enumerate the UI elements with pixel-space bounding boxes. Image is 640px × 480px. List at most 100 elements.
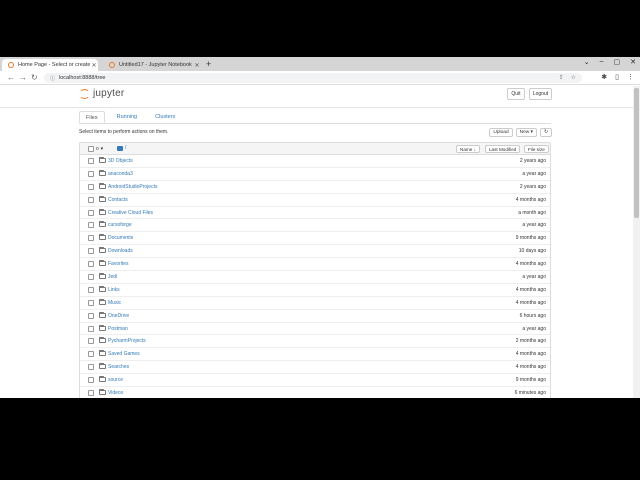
file-name-link[interactable]: anaconda3 bbox=[108, 171, 133, 177]
file-row[interactable]: anaconda3 a year ago bbox=[80, 168, 550, 181]
file-row[interactable]: source 9 months ago bbox=[80, 374, 550, 388]
file-row[interactable]: AndroidStudioProjects 2 years ago bbox=[80, 181, 550, 194]
close-tab-icon[interactable]: ✕ bbox=[90, 62, 98, 69]
sort-by-name-button[interactable]: Name ↓ bbox=[456, 145, 480, 153]
row-checkbox[interactable] bbox=[88, 325, 94, 332]
file-name-link[interactable]: Jedi bbox=[108, 274, 117, 280]
row-checkbox[interactable] bbox=[88, 299, 94, 306]
breadcrumb[interactable]: / bbox=[117, 145, 126, 151]
file-name-link[interactable]: Contacts bbox=[108, 197, 128, 203]
logout-button[interactable]: Logout bbox=[529, 88, 552, 100]
forward-icon[interactable]: → bbox=[19, 72, 27, 84]
file-name-link[interactable]: Creative Cloud Files bbox=[108, 210, 153, 216]
file-modified: 4 months ago bbox=[515, 299, 546, 306]
row-checkbox[interactable] bbox=[88, 222, 94, 229]
file-name-link[interactable]: PycharmProjects bbox=[108, 338, 146, 344]
quit-button[interactable]: Quit bbox=[507, 88, 525, 100]
file-name-link[interactable]: Postman bbox=[108, 326, 128, 332]
file-row[interactable]: Downloads 10 days ago bbox=[80, 245, 550, 259]
file-name-link[interactable]: Favorites bbox=[108, 261, 129, 267]
file-row[interactable]: Links 4 months ago bbox=[80, 284, 550, 297]
side-panel-icon[interactable]: ▯ bbox=[615, 72, 619, 84]
file-row[interactable]: Postman a year ago bbox=[80, 323, 550, 336]
new-dropdown-button[interactable]: New ▾ bbox=[515, 128, 537, 137]
jupyter-logo[interactable]: jupyter bbox=[79, 87, 124, 99]
maximize-icon[interactable]: ▢ bbox=[614, 58, 621, 66]
row-checkbox[interactable] bbox=[88, 274, 94, 281]
minimize-icon[interactable]: – bbox=[600, 58, 604, 66]
tab-clusters[interactable]: Clusters bbox=[149, 111, 181, 123]
row-checkbox[interactable] bbox=[88, 286, 94, 293]
file-modified: a year ago bbox=[522, 222, 546, 229]
file-name-link[interactable]: Documents bbox=[108, 235, 133, 241]
tab-search-icon[interactable]: ⌄ bbox=[584, 58, 590, 66]
browser-tab-home[interactable]: Home Page - Select or create a ✕ bbox=[2, 59, 98, 71]
file-row[interactable]: Music 4 months ago bbox=[80, 297, 550, 310]
file-name-link[interactable]: OneDrive bbox=[108, 313, 129, 319]
upload-button[interactable]: Upload bbox=[489, 128, 513, 137]
close-window-icon[interactable]: ✕ bbox=[630, 58, 636, 66]
file-row[interactable]: PycharmProjects 2 months ago bbox=[80, 335, 550, 349]
select-all-checkbox[interactable] bbox=[88, 146, 94, 152]
breadcrumb-root[interactable]: / bbox=[125, 145, 126, 151]
file-name-link[interactable]: cursoforge bbox=[108, 222, 132, 228]
close-tab-icon[interactable]: ✕ bbox=[193, 62, 201, 69]
chevron-down-icon[interactable]: ▾ bbox=[101, 147, 103, 152]
tab-files[interactable]: Files bbox=[79, 111, 105, 123]
row-checkbox[interactable] bbox=[88, 158, 94, 164]
refresh-button[interactable]: ↻ bbox=[539, 128, 552, 137]
file-name-link[interactable]: Downloads bbox=[108, 248, 133, 254]
file-row[interactable]: Creative Cloud Files a month ago bbox=[80, 207, 550, 220]
extensions-icon[interactable]: ✱ bbox=[601, 72, 607, 84]
file-name-link[interactable]: Music bbox=[108, 300, 121, 306]
row-checkbox[interactable] bbox=[88, 364, 94, 371]
row-checkbox[interactable] bbox=[88, 248, 94, 255]
file-name-link[interactable]: 3D Objects bbox=[108, 158, 133, 164]
reload-icon[interactable]: ↻ bbox=[31, 72, 38, 84]
sort-by-size-button[interactable]: File size bbox=[524, 145, 549, 153]
row-checkbox[interactable] bbox=[88, 312, 94, 319]
back-icon[interactable]: ← bbox=[7, 72, 15, 84]
share-icon[interactable]: ⇪ bbox=[559, 73, 564, 83]
file-name-link[interactable]: Links bbox=[108, 287, 120, 293]
row-checkbox[interactable] bbox=[88, 235, 94, 242]
file-row[interactable]: Documents 9 months ago bbox=[80, 232, 550, 246]
row-checkbox[interactable] bbox=[88, 196, 94, 203]
row-checkbox[interactable] bbox=[88, 261, 94, 268]
file-modified: 2 months ago bbox=[515, 338, 546, 345]
file-row[interactable]: 3D Objects 2 years ago bbox=[80, 155, 550, 168]
file-row[interactable]: OneDrive 6 hours ago bbox=[80, 310, 550, 323]
address-bar[interactable]: ⓘ localhost:8888/tree ⇪ ☆ bbox=[44, 73, 582, 83]
site-info-icon[interactable]: ⓘ bbox=[50, 75, 55, 82]
file-row[interactable]: Jedi a year ago bbox=[80, 271, 550, 284]
menu-icon[interactable]: ⋮ bbox=[627, 72, 634, 84]
file-modified: a year ago bbox=[522, 170, 546, 177]
file-row[interactable]: Saved Games 4 months ago bbox=[80, 348, 550, 362]
tab-running[interactable]: Running bbox=[111, 111, 144, 123]
file-name-link[interactable]: Saved Games bbox=[108, 351, 140, 357]
bookmark-star-icon[interactable]: ☆ bbox=[571, 73, 576, 83]
row-checkbox[interactable] bbox=[88, 351, 94, 358]
file-row[interactable]: Favorites 4 months ago bbox=[80, 258, 550, 272]
row-checkbox[interactable] bbox=[88, 338, 94, 345]
file-name-link[interactable]: Searches bbox=[108, 364, 129, 370]
file-name-link[interactable]: AndroidStudioProjects bbox=[108, 184, 157, 190]
file-name-link[interactable]: source bbox=[108, 377, 123, 383]
row-checkbox[interactable] bbox=[88, 209, 94, 216]
file-row[interactable]: Searches 4 months ago bbox=[80, 361, 550, 375]
select-all-control[interactable]: 0 ▾ bbox=[88, 146, 103, 152]
scrollbar-thumb[interactable] bbox=[634, 88, 639, 218]
row-checkbox[interactable] bbox=[88, 170, 94, 177]
row-checkbox[interactable] bbox=[88, 390, 94, 397]
browser-tab-notebook[interactable]: Untitled17 - Jupyter Notebook ✕ bbox=[103, 59, 201, 71]
new-tab-button[interactable]: + bbox=[206, 59, 211, 69]
row-checkbox[interactable] bbox=[88, 183, 94, 190]
file-row[interactable]: Videos 6 minutes ago bbox=[80, 387, 550, 398]
file-row[interactable]: Contacts 4 months ago bbox=[80, 194, 550, 207]
sort-by-modified-button[interactable]: Last Modified bbox=[485, 145, 521, 153]
tab-title: Untitled17 - Jupyter Notebook bbox=[119, 62, 192, 68]
file-row[interactable]: cursoforge a year ago bbox=[80, 219, 550, 233]
row-checkbox[interactable] bbox=[88, 377, 94, 384]
file-name-link[interactable]: Videos bbox=[108, 390, 123, 396]
page-scrollbar[interactable] bbox=[633, 86, 640, 398]
